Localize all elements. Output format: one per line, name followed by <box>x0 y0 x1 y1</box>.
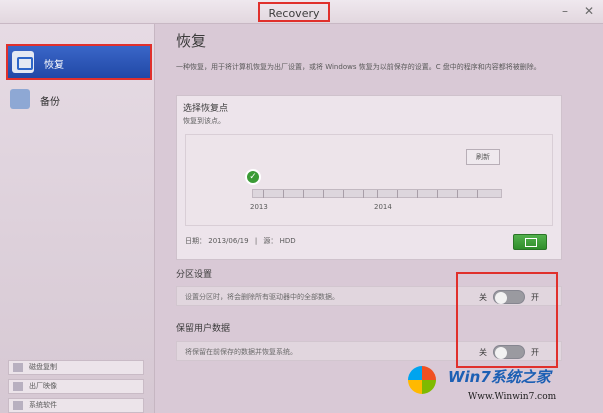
sidebar-item-restore[interactable]: 恢复 <box>6 44 152 80</box>
toggle-highlight-box <box>456 272 558 368</box>
source-value: HDD <box>279 237 296 245</box>
restore-point-subtitle: 恢复到该点。 <box>183 117 225 125</box>
watermark-url: Www.Winwin7.com <box>468 392 557 402</box>
backup-icon <box>10 89 30 109</box>
keep-user-data-text: 将保留在前保存的数据并恢复系统。 <box>185 348 297 356</box>
restore-point-marker[interactable]: ✓ <box>245 169 261 185</box>
software-icon <box>13 401 23 410</box>
image-icon <box>13 382 23 391</box>
windows-logo-icon <box>408 366 436 394</box>
view-restore-point-button[interactable] <box>513 234 547 250</box>
sidebar-item-backup[interactable]: 备份 <box>6 84 152 114</box>
date-value: 2013/06/19 <box>208 237 249 245</box>
factory-image-button[interactable]: 出厂映像 <box>8 379 144 394</box>
restore-icon <box>12 51 34 73</box>
source-label: 源： <box>263 237 278 245</box>
watermark-brand: Win7系统之家 <box>448 368 551 386</box>
minimize-button[interactable]: – <box>556 4 574 18</box>
sidebar-item-label: 备份 <box>40 97 60 108</box>
restore-point-info: 日期： 2013/06/19 | 源： HDD <box>185 237 296 245</box>
keep-user-data-title: 保留用户数据 <box>176 324 231 334</box>
partition-settings-text: 设置分区时，将会删除所有驱动器中的全部数据。 <box>185 293 339 301</box>
year-label-2014: 2014 <box>374 203 392 211</box>
system-software-button[interactable]: 系统软件 <box>8 398 144 413</box>
refresh-button[interactable]: 刷新 <box>466 149 500 165</box>
timeline-bar[interactable] <box>252 189 502 198</box>
restore-point-title: 选择恢复点 <box>183 104 229 114</box>
close-button[interactable]: ✕ <box>580 4 598 18</box>
date-label: 日期： <box>185 237 206 245</box>
page-description: 一种恢复，用于将计算机恢复为出厂设置，或将 Windows 恢复为以前保存的设置… <box>176 63 541 71</box>
title-bar: Recovery – ✕ <box>0 0 603 24</box>
disk-copy-button[interactable]: 磁盘复制 <box>8 360 144 375</box>
partition-settings-title: 分区设置 <box>176 270 213 280</box>
disk-icon <box>13 363 23 372</box>
page-title: 恢复 <box>176 32 207 50</box>
window-title: Recovery <box>258 2 330 22</box>
sidebar: 恢复 备份 磁盘复制 出厂映像 系统软件 <box>0 24 155 413</box>
restore-point-panel: 选择恢复点 恢复到该点。 刷新 ✓ 2013 2014 日期： 2013/06/… <box>176 95 562 260</box>
sidebar-item-label: 恢复 <box>44 60 64 71</box>
restore-timeline: 刷新 ✓ 2013 2014 <box>185 134 553 226</box>
watermark: Win7系统之家 Www.Winwin7.com <box>408 362 603 413</box>
year-label-2013: 2013 <box>250 203 268 211</box>
